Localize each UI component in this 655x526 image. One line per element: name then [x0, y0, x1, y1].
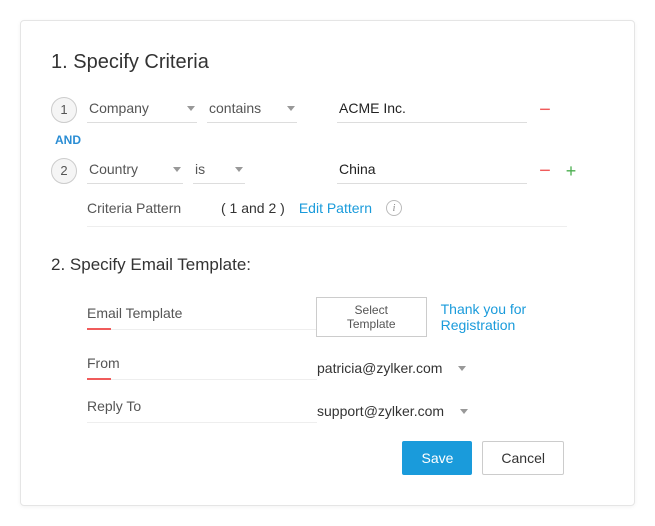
- info-icon[interactable]: i: [386, 200, 402, 216]
- selected-template-link[interactable]: Thank you for Registration: [441, 301, 604, 333]
- from-dropdown[interactable]: patricia@zylker.com: [317, 360, 466, 376]
- select-template-button[interactable]: Select Template: [316, 297, 427, 337]
- cancel-button[interactable]: Cancel: [482, 441, 564, 475]
- field-value: Company: [89, 100, 149, 116]
- reply-to-label: Reply To: [87, 398, 317, 423]
- edit-pattern-link[interactable]: Edit Pattern: [299, 200, 372, 216]
- action-buttons: Save Cancel: [51, 441, 564, 475]
- criteria-value-input[interactable]: [337, 157, 527, 184]
- chevron-down-icon: [173, 167, 181, 172]
- pattern-label: Criteria Pattern: [87, 200, 207, 216]
- chevron-down-icon: [458, 366, 466, 371]
- field-value: Country: [89, 161, 138, 177]
- chevron-down-icon: [460, 409, 468, 414]
- email-template-row: Email Template Select Template Thank you…: [87, 297, 604, 337]
- criteria-row: 2 Country is − +: [51, 157, 604, 184]
- reply-to-row: Reply To support@zylker.com: [87, 398, 604, 423]
- criteria-pattern-row: Criteria Pattern ( 1 and 2 ) Edit Patter…: [87, 200, 567, 227]
- from-value: patricia@zylker.com: [317, 360, 442, 376]
- criteria-row: 1 Company contains −: [51, 96, 604, 123]
- from-label: From: [87, 355, 317, 380]
- chevron-down-icon: [287, 106, 295, 111]
- save-button[interactable]: Save: [402, 441, 472, 475]
- email-template-label: Email Template: [87, 305, 316, 330]
- pattern-value: ( 1 and 2 ): [221, 200, 285, 216]
- logic-joiner: AND: [55, 133, 604, 147]
- operator-value: contains: [209, 100, 261, 116]
- section-title-template: 2. Specify Email Template:: [51, 255, 604, 275]
- reply-to-dropdown[interactable]: support@zylker.com: [317, 403, 468, 419]
- criteria-number: 2: [51, 158, 77, 184]
- reply-to-value: support@zylker.com: [317, 403, 444, 419]
- operator-dropdown[interactable]: is: [193, 157, 245, 184]
- chevron-down-icon: [235, 167, 243, 172]
- field-dropdown[interactable]: Country: [87, 157, 183, 184]
- section-title-criteria: 1. Specify Criteria: [51, 51, 604, 74]
- operator-value: is: [195, 161, 205, 177]
- criteria-value-input[interactable]: [337, 96, 527, 123]
- remove-row-icon[interactable]: −: [537, 100, 553, 120]
- operator-dropdown[interactable]: contains: [207, 96, 297, 123]
- from-row: From patricia@zylker.com: [87, 355, 604, 380]
- add-row-icon[interactable]: +: [563, 162, 579, 180]
- field-dropdown[interactable]: Company: [87, 96, 197, 123]
- chevron-down-icon: [187, 106, 195, 111]
- criteria-number: 1: [51, 97, 77, 123]
- criteria-card: 1. Specify Criteria 1 Company contains −…: [20, 20, 635, 506]
- remove-row-icon[interactable]: −: [537, 161, 553, 181]
